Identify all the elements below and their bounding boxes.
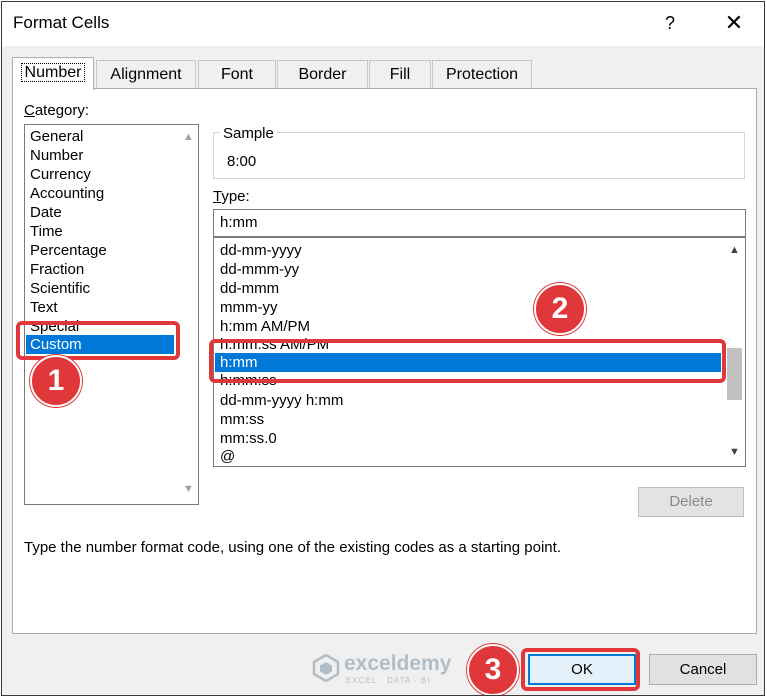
category-list[interactable]: General Number Currency Accounting Date … <box>24 124 199 505</box>
exceldemy-logo-icon <box>312 654 340 682</box>
type-item[interactable]: mmm-yy <box>220 298 277 317</box>
type-item[interactable]: dd-mmm-yy <box>220 260 299 279</box>
type-scroll-down-icon[interactable]: ▼ <box>726 444 743 461</box>
dialog-title: Format Cells <box>13 13 110 32</box>
category-item-accounting[interactable]: Accounting <box>30 184 104 203</box>
type-item[interactable]: dd-mm-yyyy <box>220 241 302 260</box>
callout-highlight-custom <box>16 321 180 360</box>
sample-group <box>213 132 745 179</box>
type-item[interactable]: h:mm AM/PM <box>220 317 310 336</box>
sample-value: 8:00 <box>227 153 257 170</box>
category-item-text[interactable]: Text <box>30 298 58 317</box>
category-item-fraction[interactable]: Fraction <box>30 260 84 279</box>
category-item-number[interactable]: Number <box>30 146 83 165</box>
category-label: Category: <box>24 102 90 119</box>
watermark-name: exceldemy <box>344 652 452 675</box>
close-button[interactable]: ✕ <box>718 8 750 38</box>
type-scrollbar-thumb[interactable] <box>727 348 742 400</box>
type-item[interactable]: dd-mmm <box>220 279 279 298</box>
category-item-date[interactable]: Date <box>30 203 62 222</box>
callout-badge-1: 1 <box>30 355 82 407</box>
tab-border[interactable]: Border <box>277 60 368 88</box>
type-item[interactable]: mm:ss.0 <box>220 429 277 448</box>
hint-text: Type the number format code, using one o… <box>24 539 561 556</box>
help-button[interactable]: ? <box>657 10 683 36</box>
sample-label: Sample <box>220 125 277 142</box>
type-item[interactable]: dd-mm-yyyy h:mm <box>220 391 343 410</box>
cancel-button[interactable]: Cancel <box>649 654 757 685</box>
category-scroll-down-icon[interactable]: ▼ <box>180 481 197 498</box>
title-bar: Format Cells ? ✕ <box>2 2 764 46</box>
callout-badge-2: 2 <box>534 283 586 335</box>
callout-highlight-hmm <box>209 339 726 383</box>
tab-number[interactable]: Number <box>12 57 94 90</box>
watermark-tagline: EXCEL · DATA · BI <box>346 676 431 685</box>
type-input[interactable]: h:mm <box>213 209 746 237</box>
category-item-currency[interactable]: Currency <box>30 165 91 184</box>
delete-button[interactable]: Delete <box>638 487 744 517</box>
callout-badge-3: 3 <box>467 644 519 695</box>
tab-protection[interactable]: Protection <box>432 60 532 88</box>
category-scroll-up-icon[interactable]: ▲ <box>180 129 197 146</box>
category-item-time[interactable]: Time <box>30 222 63 241</box>
tab-fill[interactable]: Fill <box>369 60 431 88</box>
type-label: Type: <box>213 188 250 205</box>
category-item-percentage[interactable]: Percentage <box>30 241 107 260</box>
type-item[interactable]: mm:ss <box>220 410 264 429</box>
tab-alignment[interactable]: Alignment <box>96 60 196 88</box>
tab-font[interactable]: Font <box>198 60 276 88</box>
type-scroll-up-icon[interactable]: ▲ <box>726 242 743 259</box>
callout-highlight-ok <box>521 648 640 691</box>
category-item-general[interactable]: General <box>30 127 83 146</box>
type-item[interactable]: @ <box>220 447 235 466</box>
format-cells-dialog: Format Cells ? ✕ Number Alignment Font B… <box>1 1 765 696</box>
category-item-scientific[interactable]: Scientific <box>30 279 90 298</box>
